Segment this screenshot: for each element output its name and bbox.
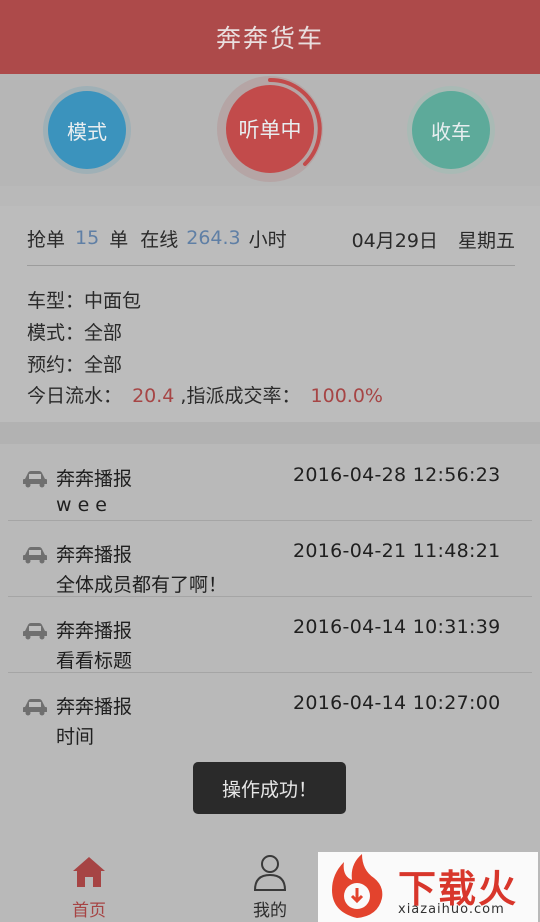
news-time: 2016-04-14 10:31:39 xyxy=(293,616,501,638)
stats-row: 抢单 15 单 在线 264.3 小时 04月29日 星期五 xyxy=(27,224,515,252)
tab-mine-label: 我的 xyxy=(253,901,287,921)
news-source: 奔奔播报 xyxy=(56,696,133,718)
list-item[interactable]: 奔奔播报 2016-04-14 10:27:00 时间 xyxy=(8,672,532,748)
collect-ring: 收车 xyxy=(407,86,495,174)
car-icon xyxy=(23,623,47,640)
online-hours: 264.3 xyxy=(186,227,241,249)
user-icon xyxy=(253,855,287,891)
car-icon xyxy=(23,699,47,716)
toast-message: 操作成功！ xyxy=(193,762,346,814)
app-header: 奔奔货车 xyxy=(0,0,540,74)
mode-controls: 模式 听单中 收车 xyxy=(0,74,540,186)
news-message: 时间 xyxy=(56,726,95,748)
page-title: 奔奔货车 xyxy=(215,24,324,53)
dispatch-rate: 100.0% xyxy=(310,385,383,407)
weekday: 星期五 xyxy=(457,230,515,252)
news-source: 奔奔播报 xyxy=(56,468,133,490)
revenue-value: 20.4 xyxy=(132,385,175,407)
mode-button-wrap: 模式 xyxy=(43,86,131,174)
list-item[interactable]: 奔奔播报 2016-04-21 11:48:21 全体成员都有了啊！ xyxy=(8,520,532,597)
progress-arc-icon xyxy=(268,77,322,166)
mode-ring: 模式 xyxy=(43,86,131,174)
news-message: w e e xyxy=(56,494,107,516)
watermark: 下载火 xiazaihuo.com xyxy=(318,852,538,922)
grab-count: 15 xyxy=(75,227,100,249)
revenue-info: 今日流水： 20.4 ,指派成交率： 100.0% xyxy=(27,381,383,407)
date-display: 04月29日 星期五 xyxy=(352,226,515,253)
collect-button-wrap: 收车 xyxy=(407,86,495,174)
list-item[interactable]: 奔奔播报 2016-04-14 10:31:39 看看标题 xyxy=(8,596,532,673)
home-icon xyxy=(73,857,105,887)
tab-home[interactable]: 首页 xyxy=(49,850,129,921)
news-message: 全体成员都有了啊！ xyxy=(56,574,228,596)
collect-button[interactable]: 收车 xyxy=(412,91,490,169)
listening-button-wrap: 听单中 xyxy=(217,76,323,182)
flame-logo-icon xyxy=(332,854,383,918)
grab-unit: 单 xyxy=(109,228,129,251)
date: 04月29日 xyxy=(351,230,438,252)
news-message: 看看标题 xyxy=(56,650,133,672)
news-time: 2016-04-28 12:56:23 xyxy=(293,464,501,486)
mode-button[interactable]: 模式 xyxy=(48,91,126,169)
booking-info: 预约：全部 xyxy=(27,354,123,376)
online-unit: 小时 xyxy=(248,228,287,251)
car-icon xyxy=(23,471,47,488)
watermark-url: xiazaihuo.com xyxy=(398,902,505,917)
online-prefix: 在线 xyxy=(140,228,179,251)
revenue-prefix: 今日流水： xyxy=(27,385,123,407)
vehicle-type: 车型：中面包 xyxy=(27,290,142,312)
list-item[interactable]: 奔奔播报 2016-04-28 12:56:23 w e e xyxy=(8,444,532,521)
tab-mine[interactable]: 我的 xyxy=(230,850,310,921)
tab-home-label: 首页 xyxy=(72,901,106,921)
driver-info-card: 抢单 15 单 在线 264.3 小时 04月29日 星期五 车型：中面包 模式… xyxy=(0,206,540,422)
news-source: 奔奔播报 xyxy=(56,544,133,566)
mode-info: 模式：全部 xyxy=(27,322,123,344)
grab-prefix: 抢单 xyxy=(27,228,66,251)
divider xyxy=(27,265,515,266)
car-icon xyxy=(23,547,47,564)
news-source: 奔奔播报 xyxy=(56,620,133,642)
section-separator xyxy=(0,422,540,444)
dispatch-prefix: ,指派成交率： xyxy=(180,385,301,407)
news-time: 2016-04-21 11:48:21 xyxy=(293,540,501,562)
news-time: 2016-04-14 10:27:00 xyxy=(293,692,501,714)
